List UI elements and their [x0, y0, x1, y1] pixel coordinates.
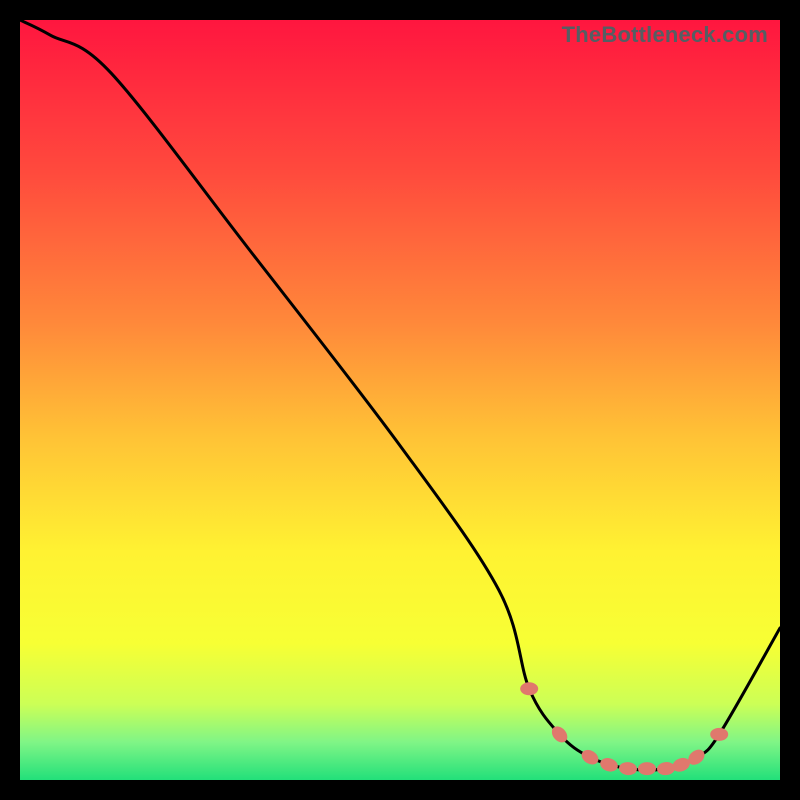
- marker-dot: [618, 761, 637, 776]
- bottleneck-curve: [20, 20, 780, 770]
- curve-layer: [20, 20, 780, 780]
- marker-dot: [599, 756, 620, 774]
- marker-dot: [710, 728, 728, 741]
- chart-frame: TheBottleneck.com: [0, 0, 800, 800]
- watermark-text: TheBottleneck.com: [562, 22, 768, 48]
- highlight-markers: [520, 682, 728, 776]
- marker-dot: [638, 762, 656, 775]
- marker-dot: [520, 682, 538, 695]
- marker-dot: [656, 761, 675, 776]
- marker-dot: [579, 747, 601, 768]
- plot-area: TheBottleneck.com: [20, 20, 780, 780]
